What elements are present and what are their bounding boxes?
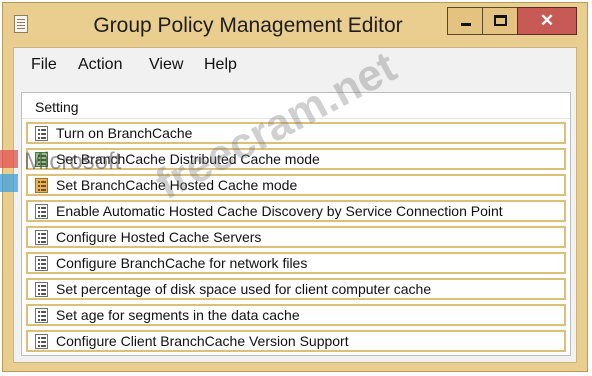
minimize-button[interactable] xyxy=(447,7,483,35)
settings-rows: Turn on BranchCache Set BranchCache Dist… xyxy=(22,122,570,356)
menu-view[interactable]: View xyxy=(149,48,183,82)
close-button[interactable]: ✕ xyxy=(517,7,577,35)
menu-action[interactable]: Action xyxy=(78,48,122,82)
list-item[interactable]: Set percentage of disk space used for cl… xyxy=(26,278,566,300)
list-item-label: Configure Client BranchCache Version Sup… xyxy=(56,333,349,349)
list-item[interactable]: Set BranchCache Distributed Cache mode xyxy=(26,148,566,170)
list-item-label: Set age for segments in the data cache xyxy=(56,307,300,323)
policy-setting-icon xyxy=(35,282,48,297)
logo-blue-square xyxy=(0,174,18,192)
list-item-label: Enable Automatic Hosted Cache Discovery … xyxy=(56,203,503,219)
list-item-label: Set percentage of disk space used for cl… xyxy=(56,281,432,297)
app-window: Group Policy Management Editor ✕ File Ac… xyxy=(2,2,588,372)
list-item-label: Configure Hosted Cache Servers xyxy=(56,229,262,245)
client-area: File Action View Help Setting Turn on Br… xyxy=(13,47,577,363)
policy-setting-icon xyxy=(35,256,48,271)
settings-list: Setting Turn on BranchCache Set BranchCa… xyxy=(21,92,571,356)
policy-setting-icon xyxy=(35,178,48,193)
list-item-label: Set BranchCache Hosted Cache mode xyxy=(56,177,298,193)
maximize-button[interactable] xyxy=(482,7,518,35)
maximize-icon xyxy=(494,15,507,26)
menu-help[interactable]: Help xyxy=(204,48,237,82)
list-item-label: Set BranchCache Distributed Cache mode xyxy=(56,151,320,167)
list-item[interactable]: Turn on BranchCache xyxy=(26,122,566,144)
policy-setting-icon xyxy=(35,308,48,323)
list-item[interactable]: Set BranchCache Hosted Cache mode xyxy=(26,174,566,196)
menu-file[interactable]: File xyxy=(31,48,57,82)
policy-setting-icon xyxy=(35,230,48,245)
list-item-label: Turn on BranchCache xyxy=(56,125,193,141)
list-item[interactable]: Configure BranchCache for network files xyxy=(26,252,566,274)
window-title: Group Policy Management Editor xyxy=(93,14,403,37)
policy-setting-icon xyxy=(35,126,48,141)
policy-setting-icon xyxy=(35,204,48,219)
title-bar[interactable]: Group Policy Management Editor ✕ xyxy=(3,3,587,47)
policy-setting-icon xyxy=(35,152,48,167)
list-item[interactable]: Configure Client BranchCache Version Sup… xyxy=(26,330,566,352)
policy-setting-icon xyxy=(35,334,48,349)
microsoft-logo-icon xyxy=(0,150,18,192)
list-item-label: Configure BranchCache for network files xyxy=(56,255,308,271)
logo-red-square xyxy=(0,150,18,168)
list-item[interactable]: Set age for segments in the data cache xyxy=(26,304,566,326)
minimize-icon xyxy=(461,23,471,26)
menu-bar: File Action View Help xyxy=(14,48,576,82)
list-item[interactable]: Enable Automatic Hosted Cache Discovery … xyxy=(26,200,566,222)
close-icon: ✕ xyxy=(539,11,555,30)
column-header-setting[interactable]: Setting xyxy=(22,93,570,119)
list-item[interactable]: Configure Hosted Cache Servers xyxy=(26,226,566,248)
